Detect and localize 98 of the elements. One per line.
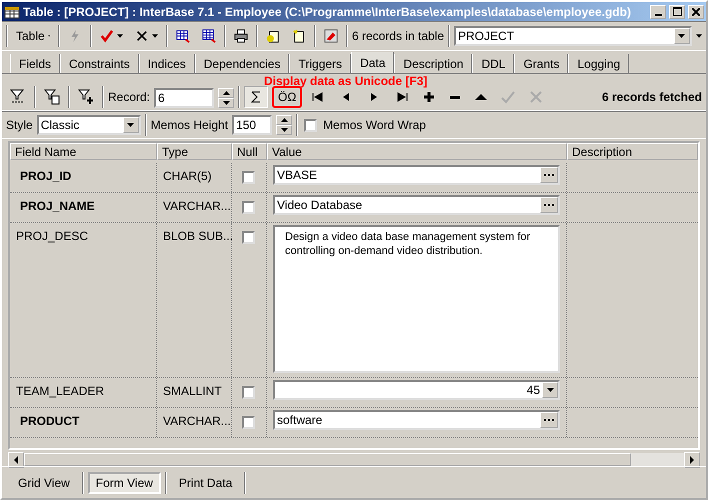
checkbox[interactable]: [304, 118, 318, 132]
document-icon: [266, 28, 280, 44]
spin-down-button[interactable]: [276, 125, 292, 135]
tab[interactable]: Description: [394, 54, 472, 73]
memo-field[interactable]: Design a video data base management system for controlling on-demand video distribution.: [273, 225, 560, 373]
field-name: TEAM_LEADER: [16, 384, 104, 398]
tab[interactable]: Triggers: [289, 54, 352, 73]
close-icon: [692, 8, 700, 16]
scroll-right-button[interactable]: [684, 452, 700, 468]
field-name: PROJ_DESC: [16, 229, 88, 243]
plus-icon: [424, 92, 434, 102]
minimize-button[interactable]: [650, 4, 666, 18]
record-field[interactable]: 6: [154, 88, 214, 108]
field-type: BLOB SUB...: [163, 229, 234, 243]
column-header: Type: [157, 143, 232, 160]
column-header: Field Name: [10, 143, 157, 160]
field-name: PRODUCT: [19, 414, 80, 428]
window-title: Table : [PROJECT] : InterBase 7.1 - Employee (C:\Programme\InterBase\examples\database\employee.gdb): [23, 4, 632, 18]
tab[interactable]: DDL: [472, 54, 514, 73]
dropdown-button[interactable]: [122, 117, 139, 133]
ellipsis-button[interactable]: [540, 167, 558, 183]
printer-icon: [234, 28, 248, 44]
tab[interactable]: Data: [351, 52, 394, 73]
tab[interactable]: Fields: [10, 54, 60, 73]
sum-button[interactable]: [244, 86, 268, 108]
eraser-icon: [324, 28, 338, 44]
spin-down-button[interactable]: [218, 98, 234, 108]
table-icon: [4, 4, 20, 20]
spin-up-button[interactable]: [218, 88, 234, 98]
caret-icon: [116, 34, 123, 38]
spin-up-button[interactable]: [276, 115, 292, 125]
unicode-button[interactable]: ÖΩ: [272, 86, 302, 108]
null-checkbox[interactable]: [242, 171, 255, 184]
right-icon: [690, 456, 694, 464]
caret-icon: [127, 123, 134, 127]
caret-icon: [678, 34, 686, 38]
scrollbar-thumb[interactable]: [24, 453, 632, 466]
field-type: VARCHAR...: [163, 199, 231, 213]
value-field[interactable]: software: [273, 410, 560, 430]
view-button[interactable]: Grid View: [10, 472, 78, 494]
grid-icon: [176, 28, 190, 44]
grid-icon: [202, 28, 216, 44]
memos-word-wrap-label: Memos Word Wrap: [323, 118, 426, 132]
column-header: Null: [232, 143, 267, 160]
fetched-status: 6 records fetched: [602, 89, 702, 106]
checkmark-icon: [500, 89, 516, 105]
caret-icon: [546, 388, 554, 392]
maximize-button[interactable]: [669, 4, 685, 18]
table-menu-button[interactable]: Table: [12, 25, 54, 47]
field-name: PROJ_NAME: [19, 199, 95, 213]
record-label: Record:: [108, 89, 150, 106]
caret-icon: [152, 34, 158, 38]
tab[interactable]: Indices: [138, 54, 195, 73]
field-name: PROJ_ID: [19, 169, 72, 183]
minus-icon: [450, 96, 460, 98]
minimize-icon: [654, 14, 662, 16]
column-header: Description: [567, 143, 698, 160]
cross-icon: [528, 89, 544, 105]
style-select[interactable]: Classic: [36, 115, 141, 135]
up-triangle-icon: [475, 94, 488, 100]
column-header: Value: [267, 143, 567, 160]
field-type: VARCHAR...: [163, 414, 231, 428]
field-type: CHAR(5): [163, 169, 212, 183]
cross-icon: [134, 28, 149, 44]
document-icon: [292, 28, 306, 44]
tab[interactable]: Grants: [514, 54, 568, 73]
style-label: Style: [6, 118, 33, 132]
value-field[interactable]: Video Database: [273, 195, 560, 215]
left-icon: [14, 456, 18, 464]
tooltip-text: Display data as Unicode [F3]: [264, 75, 428, 87]
table-select[interactable]: PROJECT: [454, 26, 692, 46]
scroll-left-button[interactable]: [8, 452, 24, 468]
dropdown-button[interactable]: [674, 28, 690, 44]
checkmark-icon: [100, 28, 114, 44]
caret-icon: [696, 34, 702, 38]
tab[interactable]: Logging: [568, 54, 630, 73]
close-button[interactable]: [688, 4, 704, 18]
filter-icon: [78, 89, 94, 105]
filter-icon: [44, 89, 60, 105]
ellipsis-button[interactable]: [540, 412, 558, 428]
view-button[interactable]: Form View: [88, 472, 161, 494]
tab[interactable]: Dependencies: [194, 54, 290, 73]
dropdown-button[interactable]: [542, 382, 558, 398]
null-checkbox[interactable]: [242, 231, 255, 244]
tab[interactable]: Constraints: [60, 54, 139, 73]
null-checkbox[interactable]: [242, 386, 255, 399]
filter-icon: [10, 89, 26, 105]
record-count: 6 records in table: [352, 29, 444, 43]
null-checkbox[interactable]: [242, 416, 255, 429]
view-button[interactable]: Print Data: [170, 472, 240, 494]
field-type: SMALLINT: [163, 384, 222, 398]
maximize-icon: [672, 7, 682, 16]
value-field[interactable]: VBASE: [273, 165, 560, 185]
ellipsis-button[interactable]: [540, 197, 558, 213]
memos-height-field[interactable]: 150: [232, 115, 272, 135]
null-checkbox[interactable]: [242, 201, 255, 214]
memos-height-label: Memos Height: [150, 118, 228, 132]
value-field[interactable]: 45: [273, 380, 560, 400]
